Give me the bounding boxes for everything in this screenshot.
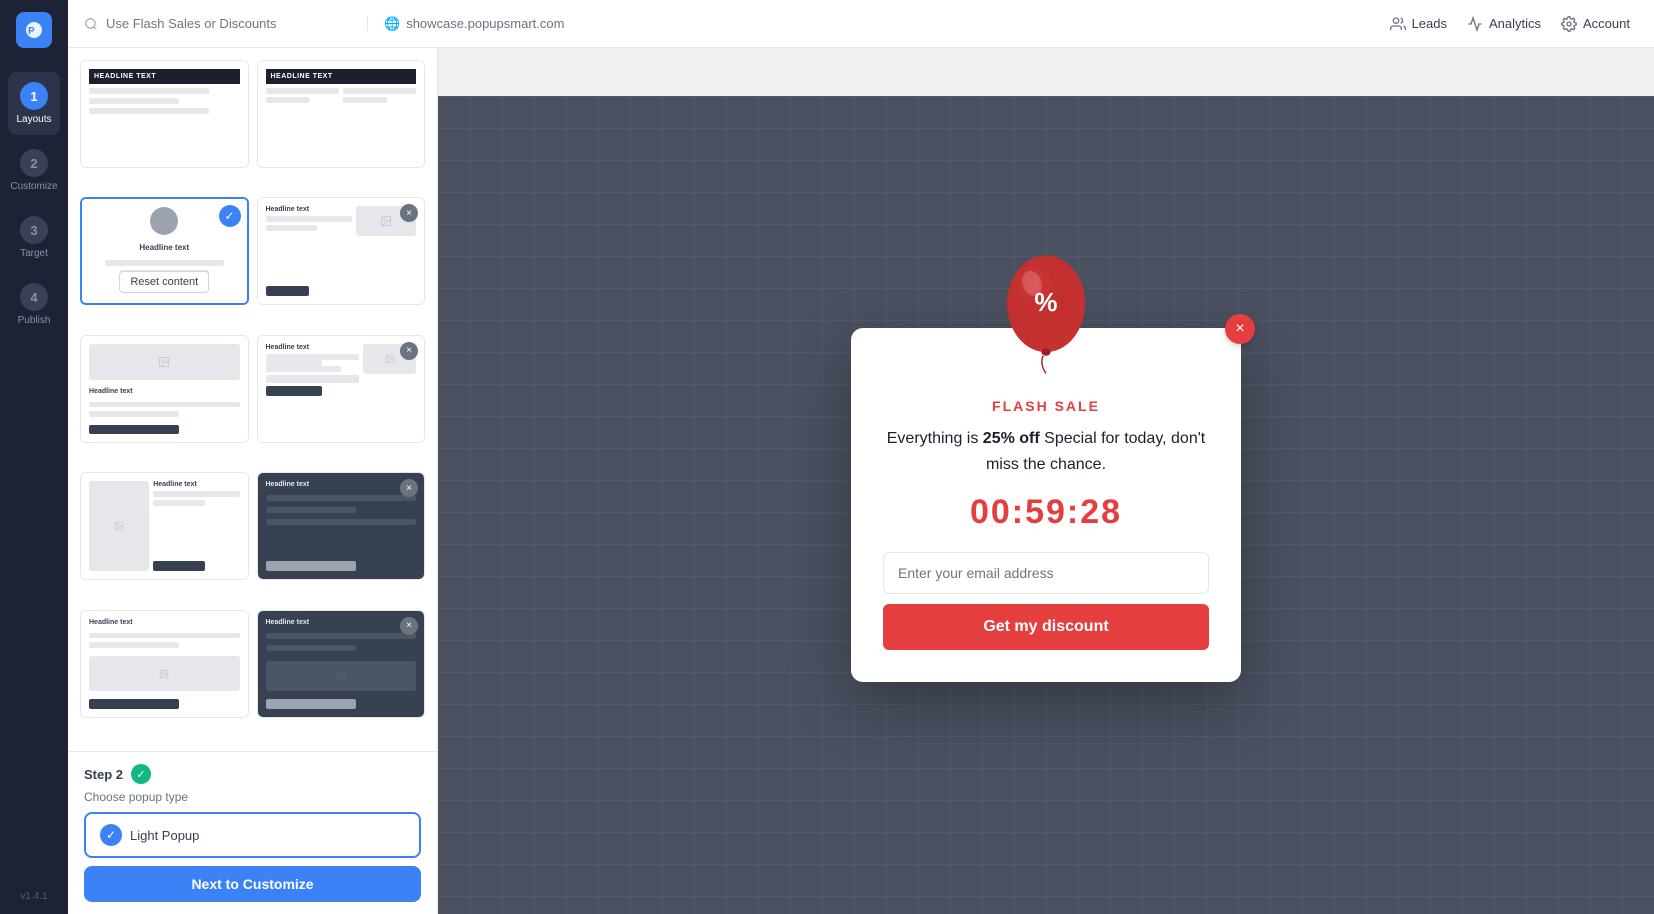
layout-card-4[interactable]: Headline text × — [257, 197, 426, 305]
popup-close-button[interactable]: × — [1225, 314, 1255, 344]
layout-card-3[interactable]: Headline text ✓ Reset content — [80, 197, 249, 305]
account-icon — [1561, 16, 1577, 32]
top-nav-links: Leads Analytics Account — [1390, 16, 1654, 32]
layouts-grid: HEADLINE TEXT HEADLINE TEXT — [68, 48, 437, 751]
search-bar — [68, 16, 368, 31]
analytics-icon — [1467, 16, 1483, 32]
sidebar-step-3[interactable]: 3 Target — [8, 206, 60, 269]
countdown-timer: 00:59:28 — [883, 493, 1209, 532]
search-input[interactable] — [106, 16, 351, 31]
layout-card-8[interactable]: Headline text × — [257, 472, 426, 580]
step-2-circle: 2 — [20, 149, 48, 177]
leads-icon — [1390, 16, 1406, 32]
get-discount-button[interactable]: Get my discount — [883, 604, 1209, 650]
layout-thumb-7: Headline text — [81, 473, 248, 579]
step-1-circle: 1 — [20, 82, 48, 110]
layout-thumb-4: Headline text — [258, 198, 425, 304]
layout-card-10[interactable]: Headline text × — [257, 610, 426, 718]
popup-type-check-icon: ✓ — [100, 824, 122, 846]
layout-thumb-8: Headline text — [258, 473, 425, 579]
layout-card-2[interactable]: HEADLINE TEXT — [257, 60, 426, 168]
step-1-label: Layouts — [16, 114, 51, 125]
layout-card-6[interactable]: Headline text × — [257, 335, 426, 443]
globe-icon: 🌐 — [384, 16, 400, 32]
layout-thumb-2: HEADLINE TEXT — [258, 61, 425, 167]
svg-text:P: P — [28, 26, 35, 37]
canvas-area: % × — [438, 96, 1654, 914]
email-input[interactable] — [883, 552, 1209, 594]
flash-sale-label: FLASH SALE — [883, 398, 1209, 414]
popup-type-label: Light Popup — [130, 828, 199, 843]
step-4-circle: 4 — [20, 283, 48, 311]
layout-thumb-9: Headline text — [81, 611, 248, 717]
popup-modal: % × — [851, 328, 1241, 682]
layout-thumb-5: Headline text — [81, 336, 248, 442]
layout-card-7[interactable]: Headline text — [80, 472, 249, 580]
step2-header: Step 2 ✓ — [84, 764, 421, 784]
leads-label: Leads — [1412, 16, 1447, 31]
layout-card-5[interactable]: Headline text — [80, 335, 249, 443]
balloon-svg: % — [991, 248, 1101, 378]
step2-section: Step 2 ✓ Choose popup type ✓ Light Popup… — [68, 751, 437, 914]
balloon-container: % — [851, 248, 1241, 378]
analytics-label: Analytics — [1489, 16, 1541, 31]
step-2-label: Customize — [10, 181, 57, 192]
account-nav-link[interactable]: Account — [1561, 16, 1630, 32]
version-label: v1.4.1 — [20, 891, 47, 902]
popup-body: FLASH SALE Everything is 25% off Special… — [851, 378, 1241, 682]
sidebar-nav: P 1 Layouts 2 Customize 3 Target 4 Publi… — [0, 0, 68, 914]
analytics-nav-link[interactable]: Analytics — [1467, 16, 1541, 32]
popup-headline: Everything is 25% off Special for today,… — [883, 426, 1209, 477]
layout-card-9[interactable]: Headline text — [80, 610, 249, 718]
leads-nav-link[interactable]: Leads — [1390, 16, 1447, 32]
remove-badge-6[interactable]: × — [400, 342, 418, 360]
step2-check-icon: ✓ — [131, 764, 151, 784]
layouts-panel: HEADLINE TEXT HEADLINE TEXT — [68, 48, 438, 914]
layout-thumb-1: HEADLINE TEXT — [81, 61, 248, 167]
url-bar: 🌐 showcase.popupsmart.com — [368, 16, 580, 32]
layout-thumb-6: Headline text — [258, 336, 425, 442]
step-3-circle: 3 — [20, 216, 48, 244]
sidebar-step-2[interactable]: 2 Customize — [8, 139, 60, 202]
account-label: Account — [1583, 16, 1630, 31]
search-icon — [84, 17, 98, 31]
top-bar: 🌐 showcase.popupsmart.com Leads Analytic… — [68, 0, 1654, 48]
step-3-label: Target — [20, 248, 48, 259]
app-logo: P — [16, 12, 52, 48]
step2-label: Step 2 — [84, 767, 123, 782]
layout-card-1[interactable]: HEADLINE TEXT — [80, 60, 249, 168]
svg-text:%: % — [1034, 287, 1057, 317]
sidebar-step-4[interactable]: 4 Publish — [8, 273, 60, 336]
reset-content-button[interactable]: Reset content — [119, 271, 209, 293]
remove-badge-10[interactable]: × — [400, 617, 418, 635]
selected-check-badge: ✓ — [219, 205, 241, 227]
step2-sublabel: Choose popup type — [84, 790, 421, 804]
step-4-label: Publish — [18, 315, 51, 326]
url-display: showcase.popupsmart.com — [406, 16, 564, 31]
next-to-customize-button[interactable]: Next to Customize — [84, 866, 421, 902]
sidebar-step-1[interactable]: 1 Layouts — [8, 72, 60, 135]
popup-discount-bold: 25% off — [983, 430, 1040, 447]
popup-type-option[interactable]: ✓ Light Popup — [84, 812, 421, 858]
